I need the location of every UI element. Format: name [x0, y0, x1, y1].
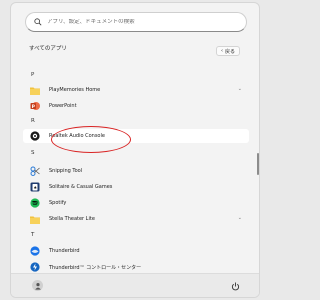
app-item-snipping-tool[interactable]: Snipping Tool — [23, 164, 249, 178]
solitaire-icon: ♠ — [30, 182, 40, 192]
app-item-label: Realtek Audio Console — [49, 133, 105, 139]
app-item-label: Thunderbird — [49, 248, 80, 254]
section-letter-r[interactable]: R — [31, 118, 35, 124]
back-button-label: 戻る — [224, 48, 235, 55]
app-item-spotify[interactable]: Spotify — [23, 196, 249, 210]
section-letter-t[interactable]: T — [31, 232, 34, 238]
app-item-solitaire-casual-games[interactable]: ♠ Solitaire & Casual Games — [23, 180, 249, 194]
section-letter-p[interactable]: P — [31, 72, 34, 78]
folder-icon — [30, 214, 40, 224]
thunderbird-icon — [30, 246, 40, 256]
section-letter-s[interactable]: S — [31, 150, 35, 156]
app-item-label: PlayMemories Home — [49, 87, 101, 93]
app-item-label: Solitaire & Casual Games — [49, 184, 113, 190]
app-item-label: Spotify — [49, 200, 67, 206]
app-item-label: Thunderbird™ コントロール・センター — [49, 264, 142, 271]
app-item-thunderbird-control-center[interactable]: Thunderbird™ コントロール・センター — [23, 260, 249, 274]
realtek-icon — [30, 131, 40, 141]
user-avatar-icon[interactable] — [32, 280, 43, 291]
app-item-stella-theater-lite[interactable]: Stella Theater Lite ⌄ — [23, 212, 249, 226]
scrollbar-thumb[interactable] — [257, 153, 259, 175]
thunderbird-control-icon — [30, 262, 40, 272]
app-item-realtek-audio-console[interactable]: Realtek Audio Console — [23, 129, 249, 143]
chevron-down-icon[interactable]: ⌄ — [238, 215, 242, 221]
page-title: すべてのアプリ — [29, 46, 67, 52]
app-item-playmemories-home[interactable]: PlayMemories Home ⌄ — [23, 83, 249, 97]
app-item-thunderbird[interactable]: Thunderbird — [23, 244, 249, 258]
chevron-left-icon: ‹ — [220, 48, 223, 54]
folder-icon — [30, 85, 40, 95]
power-icon[interactable] — [230, 281, 240, 291]
start-footer — [11, 273, 259, 297]
chevron-down-icon[interactable]: ⌄ — [238, 86, 242, 92]
app-item-label: Snipping Tool — [49, 168, 83, 174]
search-box[interactable] — [25, 12, 247, 32]
search-input[interactable] — [47, 19, 227, 25]
snipping-tool-icon — [30, 166, 40, 176]
app-item-powerpoint[interactable]: P PowerPoint — [23, 99, 249, 113]
svg-text:♠: ♠ — [34, 185, 38, 190]
search-icon — [34, 18, 42, 26]
app-item-label: Stella Theater Lite — [49, 216, 95, 222]
app-item-label: PowerPoint — [49, 103, 77, 109]
start-menu-panel: すべてのアプリ ‹ 戻る P PlayMemories Home ⌄ P Pow… — [10, 2, 260, 298]
powerpoint-icon: P — [30, 101, 40, 111]
spotify-icon — [30, 198, 40, 208]
back-button[interactable]: ‹ 戻る — [216, 46, 240, 56]
